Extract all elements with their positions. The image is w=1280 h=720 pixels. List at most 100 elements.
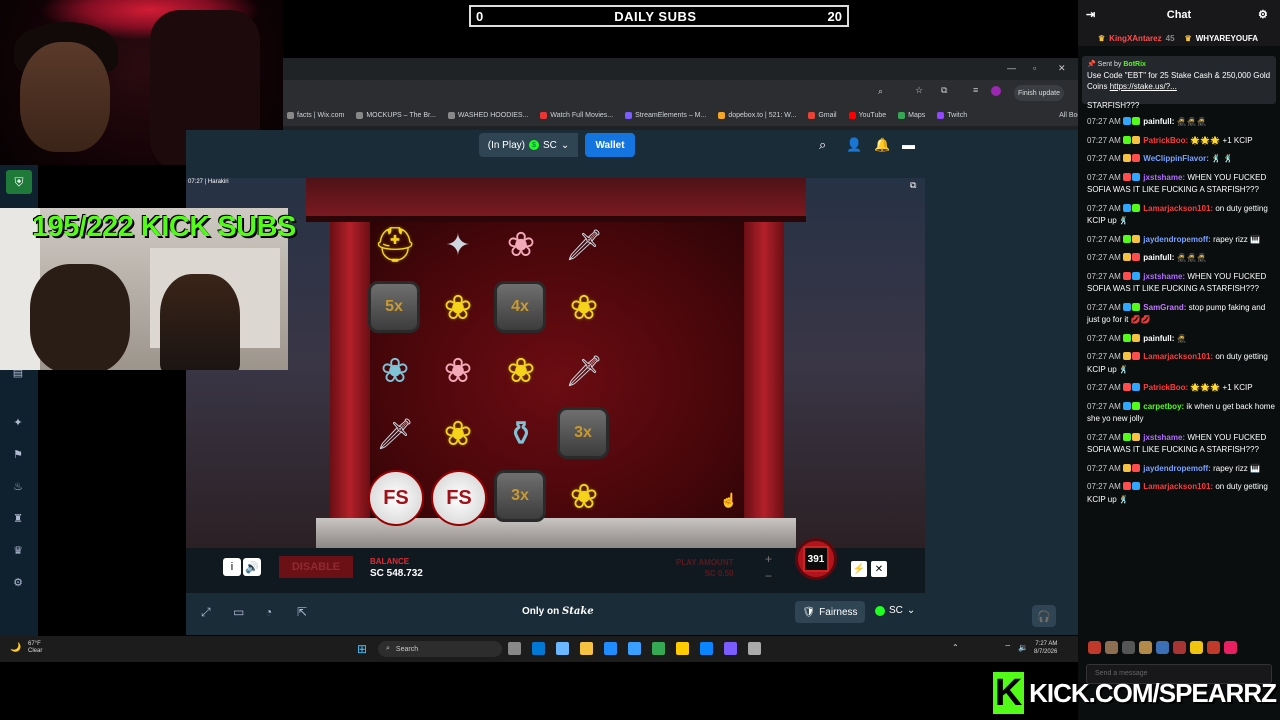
taskbar-search[interactable]: ⌕ Search: [378, 641, 502, 657]
emote-icon[interactable]: [1207, 641, 1220, 654]
volume-icon[interactable]: 🔉: [1018, 643, 1028, 652]
emote-icon[interactable]: [1122, 641, 1135, 654]
message-username[interactable]: Lamarjackson101:: [1143, 352, 1213, 361]
theatre-icon[interactable]: ▭: [233, 605, 244, 619]
popout-icon[interactable]: ⇱: [297, 605, 307, 619]
finish-update-button[interactable]: Finish update: [1014, 85, 1064, 101]
emote-icon[interactable]: [1105, 641, 1118, 654]
sound-icon[interactable]: 🔊: [243, 558, 261, 576]
pinned-message[interactable]: 📌 Sent by BotRix Use Code "EBT" for 25 S…: [1082, 56, 1276, 104]
wallet-button[interactable]: Wallet: [585, 133, 635, 157]
emote-icon[interactable]: [1224, 641, 1237, 654]
menu-list-icon[interactable]: ≡: [973, 85, 978, 95]
info-icon[interactable]: i: [223, 558, 241, 576]
fullscreen-icon[interactable]: ⧉: [910, 180, 916, 191]
user-settings-icon[interactable]: ⚙: [1258, 8, 1268, 21]
crown-icon[interactable]: ♛: [12, 545, 24, 557]
minus-icon[interactable]: −: [765, 569, 772, 583]
taskbar-app-icon[interactable]: [700, 642, 713, 655]
plus-icon[interactable]: +: [765, 552, 772, 566]
message-username[interactable]: jxstshame:: [1143, 272, 1185, 281]
message-username[interactable]: jaydendropemoff:: [1143, 464, 1211, 473]
emote-icon[interactable]: [1190, 641, 1203, 654]
chat-icon[interactable]: ▬: [902, 137, 915, 152]
weather-widget[interactable]: 67°F Clear: [28, 641, 42, 655]
bookmark-item[interactable]: StreamElements – M...: [625, 111, 706, 119]
taskbar-app-icon[interactable]: [724, 642, 737, 655]
trophy-icon[interactable]: ♜: [12, 513, 24, 525]
taskbar-clock[interactable]: 7:27 AM 8/7/2026: [1034, 640, 1057, 656]
extensions-icon[interactable]: ⧉: [941, 85, 947, 96]
bookmark-item[interactable]: WASHED HOODIES...: [447, 111, 528, 119]
taskbar-app-icon[interactable]: [748, 642, 761, 655]
message-username[interactable]: Lamarjackson101:: [1143, 204, 1213, 213]
message-username[interactable]: carpetboy:: [1143, 402, 1184, 411]
message-username[interactable]: SamGrand:: [1143, 303, 1186, 312]
slot-game[interactable]: 07:27 | Harakiri ⧉ ⛑ ✦ ❀ 🗡 5x ❀ 4x ❀ ❀ ❀ ❀ 🗡 🗡 ❀ ⚱ 3x FS…: [186, 178, 925, 548]
taskbar-app-icon[interactable]: [556, 642, 569, 655]
top-gifter-1[interactable]: KingXAntarez: [1109, 34, 1161, 43]
profile-avatar[interactable]: [991, 86, 1001, 96]
emote-icon[interactable]: [1173, 641, 1186, 654]
star-bookmark-icon[interactable]: ☆: [915, 85, 923, 96]
pinned-by-user[interactable]: BotRix: [1123, 61, 1146, 68]
address-bar[interactable]: ⌕ ☆ ⧉ ≡: [283, 80, 1078, 104]
top-gifter-2[interactable]: WHYAREYOUFA: [1196, 34, 1258, 43]
turbo-icon[interactable]: ⚡: [851, 561, 867, 577]
windows-start-icon[interactable]: ⊞: [357, 642, 367, 656]
expand-icon[interactable]: ⤢: [201, 605, 211, 620]
restore-icon[interactable]: ▫: [1033, 63, 1036, 73]
currency-selector[interactable]: SC ⌄: [875, 605, 915, 616]
pinned-link[interactable]: https://stake.us/?...: [1110, 82, 1177, 91]
bookmark-item[interactable]: Maps: [898, 111, 925, 119]
taskbar-app-icon[interactable]: [580, 642, 593, 655]
message-username[interactable]: painfull:: [1143, 253, 1174, 262]
message-username[interactable]: PatrickBoo:: [1143, 136, 1188, 145]
bookmark-item[interactable]: facts | Wix.com: [287, 111, 344, 119]
spin-button[interactable]: 391: [795, 538, 837, 580]
emote-icon[interactable]: [1088, 641, 1101, 654]
notification-icon[interactable]: 🔔: [874, 137, 890, 153]
sports-icon[interactable]: ⚑: [12, 449, 24, 461]
taskbar-app-icon[interactable]: [652, 642, 665, 655]
taskbar-app-icon[interactable]: [628, 642, 641, 655]
close-game-icon[interactable]: ✕: [871, 561, 887, 577]
collapse-chat-icon[interactable]: ⇥: [1086, 8, 1095, 21]
fairness-button[interactable]: 🛡 Fairness: [795, 601, 865, 623]
all-bookmarks[interactable]: All Bookmarks: [1059, 112, 1078, 119]
bookmark-item[interactable]: dopebox.to | 521: W...: [718, 111, 796, 119]
message-username[interactable]: PatrickBoo:: [1143, 383, 1188, 392]
taskbar-app-icon[interactable]: [508, 642, 521, 655]
taskbar-app-icon[interactable]: [676, 642, 689, 655]
emote-icon[interactable]: [1139, 641, 1152, 654]
search-icon[interactable]: ⌕: [819, 137, 826, 153]
fire-icon[interactable]: ♨: [12, 481, 24, 493]
message-username[interactable]: painfull:: [1143, 334, 1174, 343]
emote-icon[interactable]: [1156, 641, 1169, 654]
search-icon[interactable]: ⌕: [878, 86, 883, 97]
bookmark-item[interactable]: Watch Full Movies...: [540, 111, 613, 119]
chevron-up-icon[interactable]: ⌃: [952, 643, 959, 652]
message-username[interactable]: WeClippinFlavor:: [1143, 154, 1209, 163]
message-username[interactable]: jxstshame:: [1143, 173, 1185, 182]
minimize-icon[interactable]: —: [1007, 63, 1016, 73]
support-icon[interactable]: 🎧: [1032, 605, 1056, 627]
wifi-icon[interactable]: ⌔: [1004, 643, 1012, 653]
bookmark-item[interactable]: Twitch: [937, 111, 967, 119]
close-icon[interactable]: ✕: [1058, 63, 1066, 74]
star-icon[interactable]: ✦: [12, 417, 24, 429]
bookmark-item[interactable]: MOCKUPS – The Br...: [356, 111, 436, 119]
bookmark-item[interactable]: YouTube: [848, 111, 886, 119]
message-username[interactable]: jxstshame:: [1143, 433, 1185, 442]
taskbar-app-icon[interactable]: [604, 642, 617, 655]
stats-icon[interactable]: ◔: [265, 605, 272, 619]
message-username[interactable]: Lamarjackson101:: [1143, 482, 1213, 491]
taskbar-app-icon[interactable]: [532, 642, 545, 655]
disable-button[interactable]: DISABLE: [279, 556, 353, 578]
in-play-balance[interactable]: (In Play) $ SC ⌄: [479, 133, 578, 157]
user-icon[interactable]: 👤: [846, 137, 862, 153]
bookmark-item[interactable]: Gmail: [808, 111, 837, 119]
message-username[interactable]: painfull:: [1143, 117, 1174, 126]
message-username[interactable]: jaydendropemoff:: [1143, 235, 1211, 244]
settings-icon[interactable]: ⚙: [12, 577, 24, 589]
